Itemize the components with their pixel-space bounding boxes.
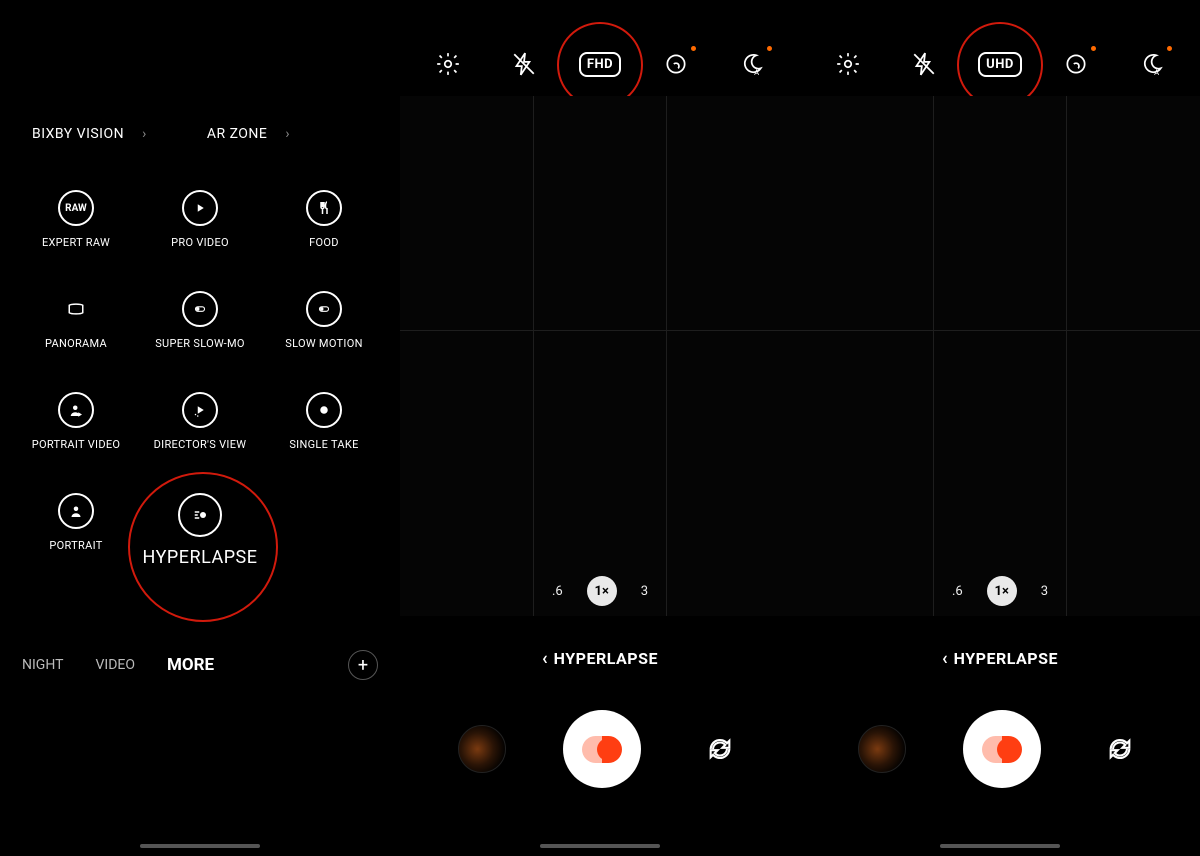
add-mode-button[interactable]: + — [348, 650, 378, 680]
resolution-button[interactable]: FHD — [576, 40, 624, 88]
current-mode-label[interactable]: HYPERLAPSE — [554, 649, 658, 668]
mode-super-slow-mo[interactable]: SUPER SLOW-MO — [138, 291, 262, 350]
mode-label: SLOW MOTION — [285, 337, 362, 350]
ar-zone-link[interactable]: AR ZONE › — [207, 126, 290, 142]
mode-label: PORTRAIT VIDEO — [32, 438, 121, 451]
zoom-3[interactable]: 3 — [1041, 584, 1048, 599]
mode-label-row: ‹ HYPERLAPSE — [400, 648, 800, 669]
chevron-left-icon[interactable]: ‹ — [542, 648, 548, 669]
svg-text:A: A — [1154, 68, 1159, 77]
night-auto-button[interactable]: A — [728, 40, 776, 88]
record-icon — [582, 736, 622, 763]
modes-grid: RAW EXPERT RAW PRO VIDEO FOOD PANORAMA — [0, 190, 400, 568]
mode-label-row: ‹ HYPERLAPSE — [800, 648, 1200, 669]
record-icon — [982, 736, 1022, 763]
controls-row — [400, 710, 800, 788]
bixby-vision-label: BIXBY VISION — [32, 126, 124, 142]
mode-label: DIRECTOR'S VIEW — [154, 438, 247, 451]
svg-text:A: A — [754, 68, 759, 77]
zoom-selector: .6 1× 3 — [400, 576, 800, 606]
mode-label: PRO VIDEO — [171, 236, 229, 249]
zoom-1x[interactable]: 1× — [587, 576, 617, 606]
indicator-dot — [1167, 46, 1172, 51]
nav-more[interactable]: MORE — [167, 655, 214, 675]
topbar: FHD A — [400, 40, 800, 88]
gallery-thumbnail[interactable] — [858, 725, 906, 773]
mode-directors-view[interactable]: DIRECTOR'S VIEW — [138, 392, 262, 451]
shutter-button[interactable] — [563, 710, 641, 788]
resolution-pill: UHD — [978, 52, 1022, 77]
indicator-dot — [1091, 46, 1096, 51]
play-dots-icon — [182, 392, 218, 428]
mode-label: SINGLE TAKE — [289, 438, 358, 451]
toggle-icon — [306, 291, 342, 327]
mode-nav-strip: NIGHT VIDEO MORE + — [0, 650, 400, 680]
zoom-selector: .6 1× 3 — [800, 576, 1200, 606]
mode-portrait[interactable]: PORTRAIT — [14, 493, 138, 568]
topbar: UHD A — [800, 40, 1200, 88]
play-icon — [182, 190, 218, 226]
chevron-left-icon[interactable]: ‹ — [942, 648, 948, 669]
fork-icon — [306, 190, 342, 226]
bixby-vision-link[interactable]: BIXBY VISION › — [32, 126, 147, 142]
toggle-icon — [182, 291, 218, 327]
mode-slow-motion[interactable]: SLOW MOTION — [262, 291, 386, 350]
panorama-icon — [58, 291, 94, 327]
mode-expert-raw[interactable]: RAW EXPERT RAW — [14, 190, 138, 249]
settings-button[interactable] — [424, 40, 472, 88]
indicator-dot — [691, 46, 696, 51]
zoom-1x[interactable]: 1× — [987, 576, 1017, 606]
motion-icon — [178, 493, 222, 537]
resolution-button[interactable]: UHD — [976, 40, 1024, 88]
mode-label: SUPER SLOW-MO — [155, 337, 245, 350]
motion-photo-button[interactable] — [652, 40, 700, 88]
mode-label: PORTRAIT — [49, 539, 102, 552]
chevron-right-icon: › — [285, 126, 290, 142]
home-indicator[interactable] — [140, 844, 260, 848]
mode-pro-video[interactable]: PRO VIDEO — [138, 190, 262, 249]
mode-hyperlapse[interactable]: HYPERLAPSE — [138, 493, 262, 568]
ar-zone-label: AR ZONE — [207, 126, 268, 142]
flash-button[interactable] — [500, 40, 548, 88]
zoom-0-6[interactable]: .6 — [552, 584, 563, 599]
home-indicator[interactable] — [940, 844, 1060, 848]
mode-label: EXPERT RAW — [42, 236, 110, 249]
panel-more-modes: BIXBY VISION › AR ZONE › RAW EXPERT RAW … — [0, 0, 400, 856]
camera-flip-button[interactable] — [698, 727, 742, 771]
indicator-dot — [767, 46, 772, 51]
mode-label: FOOD — [309, 236, 339, 249]
zoom-0-6[interactable]: .6 — [952, 584, 963, 599]
target-icon — [306, 392, 342, 428]
panel-camera-uhd: UHD A .6 1× 3 ‹ HYPERLAPSE — [800, 0, 1200, 856]
current-mode-label[interactable]: HYPERLAPSE — [954, 649, 1058, 668]
mode-single-take[interactable]: SINGLE TAKE — [262, 392, 386, 451]
person-play-icon — [58, 392, 94, 428]
mode-panorama[interactable]: PANORAMA — [14, 291, 138, 350]
flash-button[interactable] — [900, 40, 948, 88]
zoom-3[interactable]: 3 — [641, 584, 648, 599]
controls-row — [800, 710, 1200, 788]
raw-icon: RAW — [58, 190, 94, 226]
quick-links-row: BIXBY VISION › AR ZONE › — [0, 126, 400, 142]
nav-video[interactable]: VIDEO — [95, 657, 135, 673]
night-auto-button[interactable]: A — [1128, 40, 1176, 88]
mode-label: PANORAMA — [45, 337, 107, 350]
viewfinder[interactable] — [400, 96, 800, 616]
motion-photo-button[interactable] — [1052, 40, 1100, 88]
gallery-thumbnail[interactable] — [458, 725, 506, 773]
mode-label: HYPERLAPSE — [143, 547, 258, 568]
resolution-pill: FHD — [579, 52, 621, 77]
nav-night[interactable]: NIGHT — [22, 657, 63, 673]
panel-camera-fhd: FHD A .6 1× 3 ‹ HYPERLAPSE — [400, 0, 800, 856]
shutter-button[interactable] — [963, 710, 1041, 788]
mode-food[interactable]: FOOD — [262, 190, 386, 249]
chevron-right-icon: › — [142, 126, 147, 142]
camera-flip-button[interactable] — [1098, 727, 1142, 771]
mode-portrait-video[interactable]: PORTRAIT VIDEO — [14, 392, 138, 451]
viewfinder[interactable] — [800, 96, 1200, 616]
settings-button[interactable] — [824, 40, 872, 88]
home-indicator[interactable] — [540, 844, 660, 848]
person-icon — [58, 493, 94, 529]
